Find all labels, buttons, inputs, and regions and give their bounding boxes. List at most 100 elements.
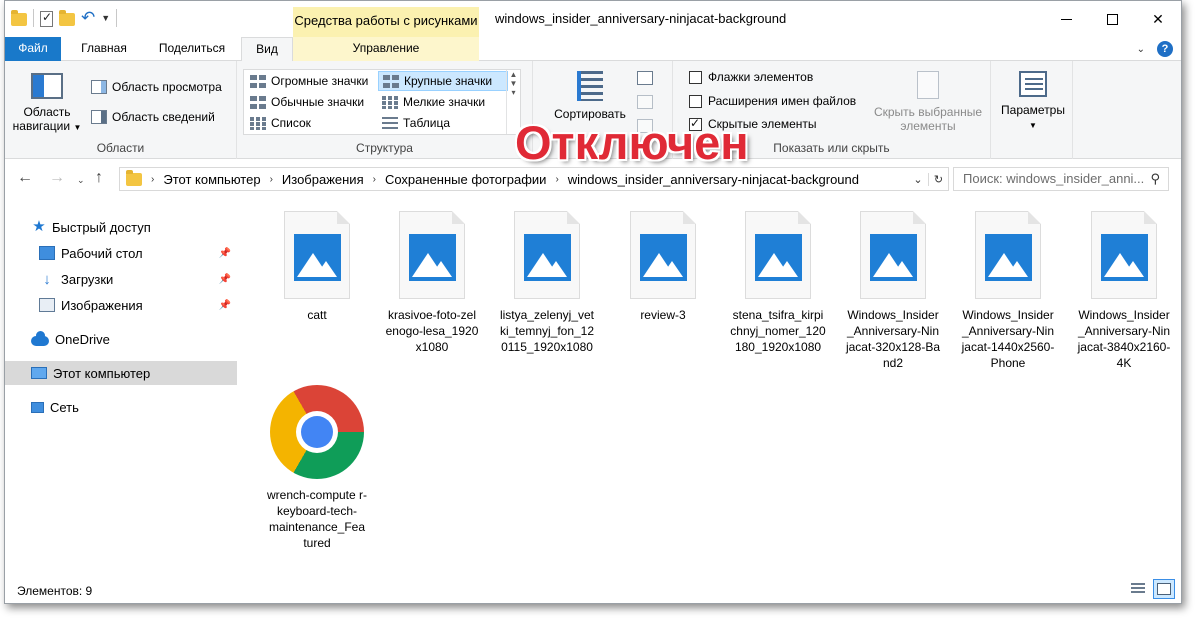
title-bar: ↶ ▼ Средства работы с рисунками windows_…	[5, 1, 1181, 37]
tab-home[interactable]: Главная	[67, 37, 141, 61]
details-icon	[382, 116, 398, 130]
breadcrumb-pictures[interactable]: Изображения	[276, 172, 370, 187]
file-extensions-checkbox[interactable]	[689, 94, 702, 108]
undo-icon[interactable]: ↶	[81, 9, 95, 27]
desktop-icon	[39, 246, 55, 260]
large-icons-view-button[interactable]	[1153, 579, 1175, 599]
details-view-button[interactable]	[1127, 579, 1149, 599]
sidebar-item-label: Рабочий стол	[61, 245, 143, 261]
layout-small-icons[interactable]: Мелкие значки	[378, 92, 489, 112]
file-item[interactable]: wrench-compute r-keyboard-tech- maintena…	[266, 385, 368, 551]
address-bar[interactable]: › Этот компьютер › Изображения › Сохране…	[119, 167, 949, 191]
minimize-button[interactable]	[1043, 1, 1089, 37]
tab-view[interactable]: Вид	[241, 37, 293, 62]
details-pane-button[interactable]: Область сведений	[91, 107, 215, 127]
pin-icon[interactable]: 📌	[219, 274, 231, 285]
file-item[interactable]: stena_tsifra_kirpi chnyj_nomer_120 180_1…	[727, 201, 829, 355]
file-item[interactable]: krasivoe-foto-zel enogo-lesa_1920 x1080	[381, 201, 483, 355]
group-by-icon[interactable]	[637, 71, 653, 85]
close-icon: ✕	[1152, 10, 1164, 27]
sidebar-item-downloads[interactable]: ↓ Загрузки 📌	[5, 267, 237, 291]
file-item[interactable]: review-3	[612, 201, 714, 323]
pin-icon[interactable]: 📌	[219, 300, 231, 311]
sidebar-item-quick-access[interactable]: ★ Быстрый доступ	[5, 215, 237, 239]
sidebar-item-pictures[interactable]: Изображения 📌	[5, 293, 237, 317]
options-icon	[1019, 71, 1047, 97]
sidebar-item-desktop[interactable]: Рабочий стол 📌	[5, 241, 237, 265]
layout-medium-icons[interactable]: Обычные значки	[246, 92, 368, 112]
recent-locations-icon[interactable]: ⌄	[77, 175, 85, 186]
properties-icon[interactable]	[40, 10, 53, 27]
sidebar-item-label: Загрузки	[61, 271, 114, 287]
tab-manage[interactable]: Управление	[293, 37, 479, 61]
breadcrumb-separator-icon[interactable]: ›	[552, 174, 561, 185]
hide-selected-icon	[917, 71, 939, 99]
help-icon[interactable]: ?	[1157, 41, 1173, 57]
quick-access-toolbar: ↶ ▼	[11, 9, 118, 27]
sidebar-item-this-pc[interactable]: Этот компьютер	[5, 361, 237, 385]
chevron-down-icon[interactable]: ⌄	[1137, 44, 1145, 55]
layout-gallery: Огромные значки Крупные значки Обычные з…	[243, 69, 521, 135]
sidebar-item-label: Быстрый доступ	[52, 219, 151, 235]
file-item[interactable]: Windows_Insider _Anniversary-Nin jacat-1…	[957, 201, 1059, 371]
small-icons-icon	[382, 95, 398, 109]
tab-share[interactable]: Поделиться	[145, 37, 239, 61]
customize-toolbar-icon[interactable]: ▼	[101, 13, 110, 23]
file-name: Windows_Insider _Anniversary-Nin jacat-3…	[845, 308, 941, 370]
file-item[interactable]: Windows_Insider _Anniversary-Nin jacat-3…	[1073, 201, 1175, 371]
breadcrumb-current-folder[interactable]: windows_insider_anniversary-ninjacat-bac…	[562, 172, 865, 187]
sort-by-button[interactable]: Сортировать	[547, 71, 633, 121]
file-item[interactable]: listya_zelenyj_vet ki_temnyj_fon_12 0115…	[496, 201, 598, 355]
breadcrumb-separator-icon[interactable]: ›	[148, 174, 157, 185]
sidebar-item-label: Этот компьютер	[53, 365, 151, 381]
navigation-pane-label: Область навигации	[12, 105, 71, 133]
tab-file[interactable]: Файл	[5, 37, 61, 61]
breadcrumb-separator-icon[interactable]: ›	[267, 174, 276, 185]
file-item[interactable]: catt	[266, 201, 368, 323]
address-history-chevron-icon[interactable]: ⌄	[908, 173, 928, 186]
file-name: stena_tsifra_kirpi chnyj_nomer_120 180_1…	[730, 308, 826, 354]
pin-icon[interactable]: 📌	[219, 248, 231, 259]
sidebar-item-onedrive[interactable]: OneDrive	[5, 327, 237, 351]
download-icon: ↓	[43, 270, 51, 288]
back-button[interactable]: ←	[17, 169, 33, 187]
breadcrumb-separator-icon[interactable]: ›	[370, 174, 379, 185]
options-button[interactable]: Параметры ▼	[995, 71, 1071, 133]
layout-list[interactable]: Список	[246, 113, 315, 133]
refresh-icon[interactable]: ↻	[928, 172, 948, 186]
dropdown-arrow-icon: ▼	[73, 123, 82, 132]
file-extensions-toggle[interactable]: Расширения имен файлов	[689, 94, 856, 108]
new-folder-icon[interactable]	[59, 10, 75, 26]
navigation-pane-button[interactable]: Область навигации ▼	[11, 73, 83, 135]
item-checkboxes-checkbox[interactable]	[689, 70, 702, 84]
extra-large-icons-icon	[250, 74, 266, 88]
preview-pane-button[interactable]: Область просмотра	[91, 77, 222, 97]
layout-details[interactable]: Таблица	[378, 113, 454, 133]
layout-item-label: Список	[271, 116, 311, 130]
details-pane-icon	[91, 110, 107, 124]
add-columns-icon[interactable]	[637, 95, 653, 109]
up-button[interactable]: ↑	[95, 169, 103, 187]
layout-large-icons[interactable]: Крупные значки	[378, 71, 508, 91]
file-extensions-label: Расширения имен файлов	[708, 94, 857, 108]
hide-selected-button[interactable]: Скрыть выбранные элементы	[869, 71, 987, 133]
file-name: Windows_Insider _Anniversary-Nin jacat-1…	[961, 308, 1055, 370]
maximize-button[interactable]	[1089, 1, 1135, 37]
group-layout: Огромные значки Крупные значки Обычные з…	[237, 61, 533, 159]
forward-button[interactable]: →	[49, 169, 65, 187]
file-name: catt	[307, 308, 327, 322]
medium-icons-icon	[250, 95, 266, 109]
ribbon-tabs: Файл Главная Поделиться Вид Управление ⌄…	[5, 37, 1181, 62]
file-item[interactable]: Windows_Insider _Anniversary-Nin jacat-3…	[842, 201, 944, 371]
search-input[interactable]: Поиск: windows_insider_anni... ⚲	[953, 167, 1169, 191]
breadcrumb-saved-pictures[interactable]: Сохраненные фотографии	[379, 172, 552, 187]
item-checkboxes-toggle[interactable]: Флажки элементов	[689, 70, 813, 84]
options-label: Параметры	[1001, 103, 1065, 117]
search-icon[interactable]: ⚲	[1150, 168, 1160, 190]
close-button[interactable]: ✕	[1135, 1, 1181, 37]
item-count: Элементов: 9	[17, 584, 93, 598]
image-file-icon	[514, 211, 580, 299]
layout-extra-large-icons[interactable]: Огромные значки	[246, 71, 372, 91]
sidebar-item-network[interactable]: Сеть	[5, 395, 237, 419]
breadcrumb-this-pc[interactable]: Этот компьютер	[157, 172, 266, 187]
